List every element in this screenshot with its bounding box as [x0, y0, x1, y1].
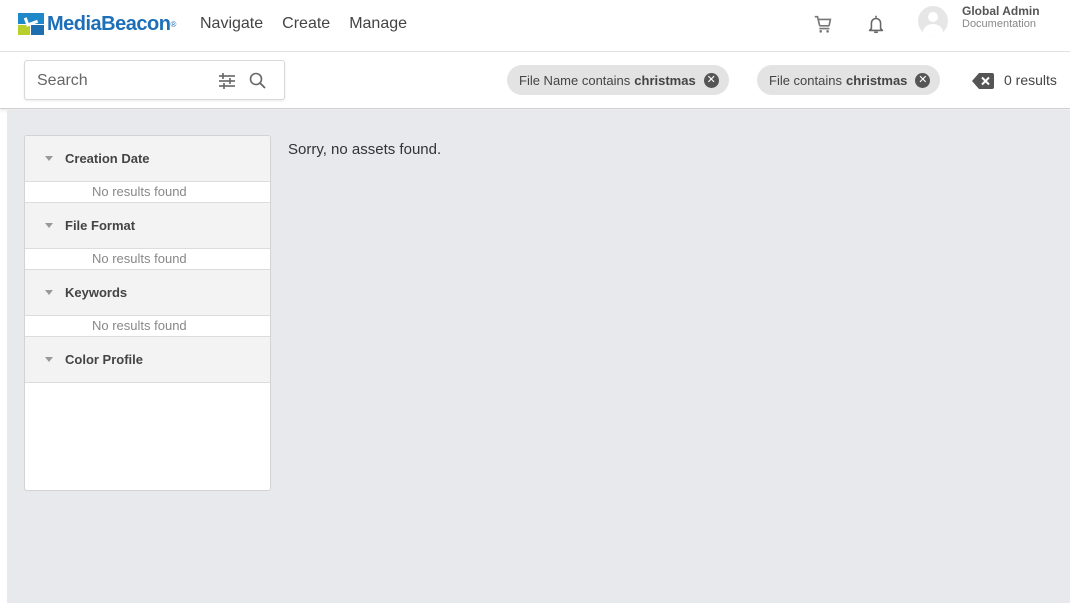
- user-organization: Documentation: [962, 18, 1036, 30]
- top-navigation-bar: MediaBeacon ® Navigate Create Manage Glob…: [0, 0, 1070, 52]
- main-nav: Navigate Create Manage: [194, 13, 420, 35]
- logo-registered-mark: ®: [170, 19, 177, 29]
- filter-chip-prefix: File contains: [769, 72, 842, 88]
- facet-empty-message: No results found: [25, 182, 270, 203]
- collapse-caret-icon: [45, 357, 53, 362]
- facet-header-keywords[interactable]: Keywords: [25, 270, 270, 316]
- advanced-filter-icon[interactable]: [218, 72, 236, 90]
- remove-filter-icon[interactable]: ✕: [703, 72, 719, 88]
- user-name: Global Admin: [962, 4, 1040, 18]
- search-box: [24, 60, 285, 100]
- no-assets-message: Sorry, no assets found.: [288, 141, 442, 158]
- remove-filter-icon[interactable]: ✕: [915, 72, 931, 88]
- filter-chip-file-name: File Name contains christmas ✕: [507, 65, 729, 95]
- facet-header-color-profile[interactable]: Color Profile: [25, 337, 270, 383]
- filter-chip-term: christmas: [845, 72, 908, 88]
- nav-manage[interactable]: Manage: [343, 13, 413, 35]
- filter-chip-term: christmas: [634, 72, 696, 88]
- collapse-caret-icon: [45, 290, 53, 295]
- search-icon[interactable]: [248, 71, 268, 91]
- user-avatar-icon[interactable]: [918, 6, 948, 36]
- facet-title: File Format: [65, 218, 136, 233]
- collapse-caret-icon: [45, 223, 53, 228]
- bell-icon[interactable]: [863, 11, 889, 37]
- clear-all-filters-icon[interactable]: [972, 73, 994, 89]
- nav-create[interactable]: Create: [276, 13, 336, 35]
- facet-empty-message: No results found: [25, 249, 270, 270]
- facet-header-file-format[interactable]: File Format: [25, 203, 270, 249]
- facet-title: Color Profile: [65, 352, 144, 367]
- nav-navigate[interactable]: Navigate: [194, 13, 269, 35]
- user-menu[interactable]: Global Admin Documentation: [962, 5, 1040, 31]
- facet-panel: Creation Date No results found File Form…: [24, 135, 271, 491]
- main-content: Creation Date No results found File Form…: [7, 110, 1070, 603]
- search-toolbar: File Name contains christmas ✕ File cont…: [0, 52, 1070, 109]
- mediabeacon-logo[interactable]: MediaBeacon ®: [18, 10, 176, 38]
- logo-mark-icon: [18, 13, 44, 35]
- search-input[interactable]: [37, 70, 197, 92]
- facet-title: Keywords: [65, 285, 128, 300]
- facet-header-creation-date[interactable]: Creation Date: [25, 136, 270, 182]
- logo-text: MediaBeacon: [47, 12, 171, 35]
- filter-chip-prefix: File Name contains: [519, 72, 631, 88]
- facet-title: Creation Date: [65, 151, 150, 166]
- cart-icon[interactable]: [810, 11, 836, 37]
- collapse-caret-icon: [45, 156, 53, 161]
- results-count: 0 results: [1004, 72, 1057, 88]
- filter-chip-file-content: File contains christmas ✕: [757, 65, 941, 95]
- facet-empty-message: No results found: [25, 316, 270, 337]
